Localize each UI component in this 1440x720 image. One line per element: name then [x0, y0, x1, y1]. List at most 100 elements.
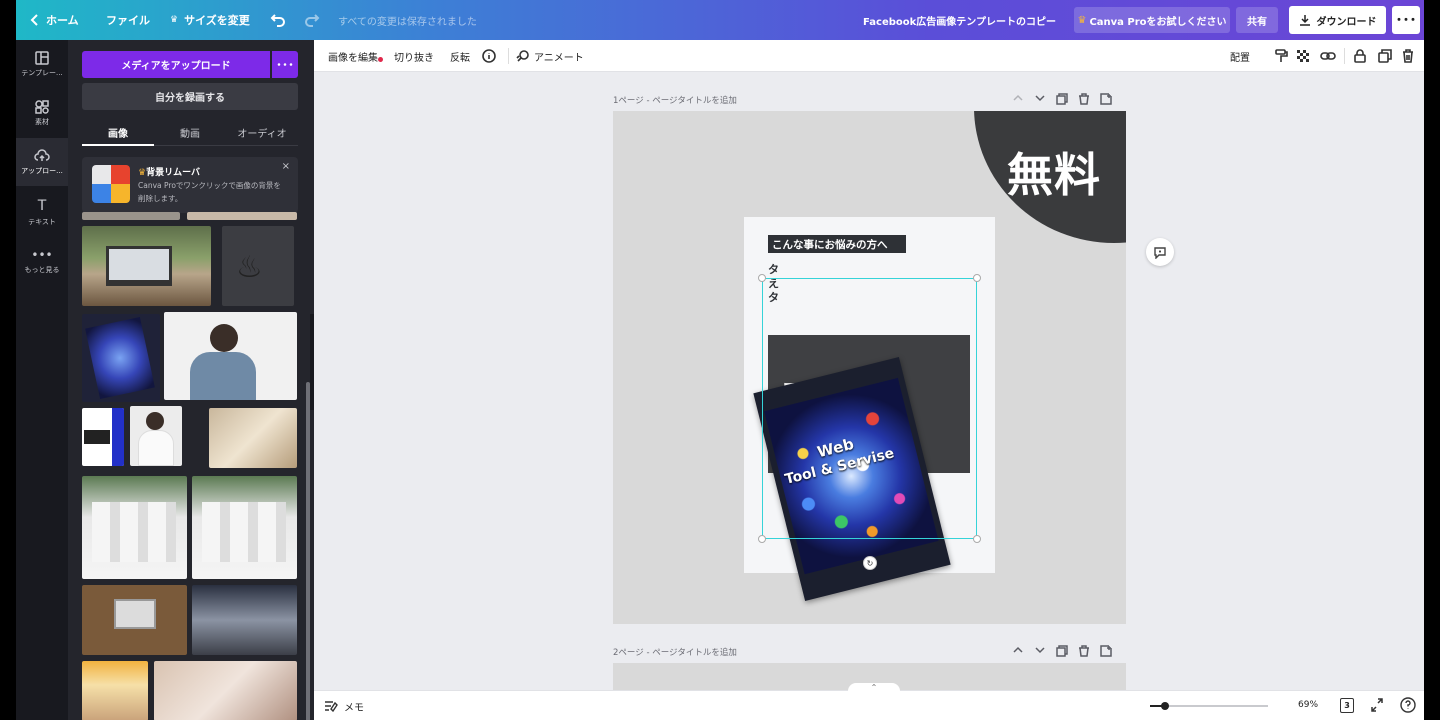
- zoom-level[interactable]: 69%: [1298, 700, 1318, 710]
- more-options-button[interactable]: ･･･: [1392, 6, 1420, 34]
- link-button[interactable]: [1320, 40, 1336, 72]
- image-thumbnail-laptop-outdoor[interactable]: [82, 226, 211, 306]
- free-badge-text[interactable]: 無料: [1007, 139, 1101, 205]
- card-headline[interactable]: こんな事にお悩みの方へ: [768, 235, 906, 253]
- image-thumbnail-flyer[interactable]: [82, 408, 124, 466]
- animate-icon: [516, 50, 529, 62]
- rail-label: アップロー...: [21, 166, 63, 175]
- copy-style-button[interactable]: [1274, 40, 1288, 72]
- tab-audio[interactable]: オーディオ: [226, 120, 298, 146]
- image-thumbnail-hands[interactable]: [154, 661, 297, 720]
- rail-item-text[interactable]: T テキスト: [16, 188, 68, 236]
- lock-button[interactable]: [1354, 40, 1366, 72]
- image-thumbnail-laptop-wood[interactable]: [82, 585, 187, 655]
- fullscreen-button[interactable]: [1370, 697, 1384, 716]
- try-pro-button[interactable]: ♛ Canva Proをお試しください: [1074, 7, 1230, 33]
- animate-button[interactable]: アニメート: [516, 40, 584, 72]
- bg-remover-promo[interactable]: ♛背景リムーバ Canva Proでワンクリックで画像の背景を削除します。 ×: [82, 157, 298, 213]
- chevron-down-icon[interactable]: [1034, 645, 1046, 655]
- rotate-icon[interactable]: ↻: [863, 556, 877, 570]
- download-icon: [1299, 15, 1310, 26]
- home-button[interactable]: ホーム: [30, 0, 79, 40]
- rail-item-elements[interactable]: 素材: [16, 89, 68, 137]
- image-thumbnail-team-1[interactable]: [82, 476, 187, 579]
- info-button[interactable]: [482, 40, 496, 72]
- zoom-slider-thumb[interactable]: [1161, 702, 1169, 710]
- resize-handle[interactable]: [758, 274, 766, 282]
- edit-image-label-wrap: 画像を編集: [328, 49, 383, 64]
- arrange-button[interactable]: 配置: [1230, 40, 1250, 72]
- image-thumbnail-web-tools[interactable]: [82, 314, 160, 402]
- image-thumbnail-sky[interactable]: [192, 585, 297, 655]
- download-label: ダウンロード: [1316, 16, 1377, 28]
- resize-label: サイズを変更: [184, 14, 250, 27]
- chevron-up-icon[interactable]: [1012, 645, 1024, 655]
- left-rail: テンプレー... 素材 アップロー... T テキスト ••• もっと見る: [16, 40, 68, 720]
- download-button[interactable]: ダウンロード: [1289, 6, 1386, 34]
- page-1-title[interactable]: 1ページ - ページタイトルを追加: [613, 94, 737, 106]
- home-label: ホーム: [46, 14, 79, 27]
- page-count-button[interactable]: 3: [1340, 698, 1354, 713]
- person-body-shape: [190, 352, 256, 400]
- resize-handle[interactable]: [973, 535, 981, 543]
- resize-handle[interactable]: [973, 274, 981, 282]
- image-thumbnail-orange[interactable]: [82, 661, 148, 720]
- duplicate-button[interactable]: [1378, 40, 1392, 72]
- rail-label: テンプレー...: [21, 68, 63, 77]
- page-2-title[interactable]: 2ページ - ページタイトルを追加: [613, 646, 737, 658]
- upload-more-button[interactable]: ･･･: [272, 51, 298, 78]
- image-thumbnail-man-laptop[interactable]: [164, 312, 297, 400]
- chevron-down-icon[interactable]: [1034, 93, 1046, 103]
- transparency-button[interactable]: [1296, 40, 1310, 72]
- undo-button[interactable]: [270, 0, 286, 40]
- crown-icon: ♛: [1077, 14, 1087, 26]
- selection-box[interactable]: [758, 274, 981, 543]
- document-title[interactable]: Facebook広告画像テンプレートのコピー: [863, 13, 1056, 28]
- add-comment-button[interactable]: [1146, 238, 1174, 266]
- rail-label: テキスト: [28, 217, 56, 226]
- templates-icon: [35, 50, 49, 65]
- redo-button[interactable]: [304, 0, 320, 40]
- duplicate-page-icon[interactable]: [1056, 93, 1068, 105]
- duplicate-page-icon[interactable]: [1056, 645, 1068, 657]
- bg-remover-icon: [92, 165, 130, 203]
- image-thumbnail-man-white[interactable]: [130, 406, 182, 466]
- page-1[interactable]: 無料 こんな事にお悩みの方へ タ え タ テ タ ※ここに会社ロゴを配置 Web…: [613, 111, 1126, 624]
- resize-handle[interactable]: [758, 535, 766, 543]
- file-menu[interactable]: ファイル: [106, 0, 150, 40]
- add-page-icon[interactable]: [1100, 645, 1112, 657]
- resize-button[interactable]: ♛ サイズを変更: [170, 0, 250, 40]
- canva-editor: ホーム ファイル ♛ サイズを変更 すべての変更は保存されました Faceboo…: [16, 0, 1424, 720]
- add-page-icon[interactable]: [1100, 93, 1112, 105]
- rail-item-uploads[interactable]: アップロー...: [16, 138, 68, 186]
- crop-button[interactable]: 切り抜き: [394, 40, 434, 72]
- image-thumbnail[interactable]: [187, 212, 297, 220]
- image-thumbnail-desk-topview[interactable]: [209, 408, 297, 468]
- help-button[interactable]: [1400, 697, 1416, 716]
- close-icon[interactable]: ×: [282, 161, 290, 172]
- rail-label: 素材: [35, 117, 49, 126]
- trash-icon[interactable]: [1078, 645, 1090, 657]
- trash-icon[interactable]: [1078, 93, 1090, 105]
- flip-button[interactable]: 反転: [450, 40, 470, 72]
- person-body-shape: [138, 430, 174, 466]
- delete-button[interactable]: [1402, 40, 1414, 72]
- notes-button[interactable]: メモ: [324, 691, 364, 720]
- image-thumbnail-team-2[interactable]: [192, 476, 297, 579]
- record-yourself-button[interactable]: 自分を録画する: [82, 83, 298, 110]
- panel-scrollbar[interactable]: [306, 382, 310, 720]
- edit-image-button[interactable]: 画像を編集: [328, 40, 383, 72]
- image-thumbnail[interactable]: [82, 212, 180, 220]
- undo-icon: [270, 14, 285, 27]
- chevron-up-icon[interactable]: [1012, 93, 1024, 103]
- rail-item-templates[interactable]: テンプレー...: [16, 40, 68, 88]
- tab-images[interactable]: 画像: [82, 120, 154, 146]
- expand-pages-button[interactable]: ⌃: [848, 683, 900, 693]
- share-button[interactable]: 共有: [1236, 7, 1278, 33]
- elements-icon: [35, 99, 49, 114]
- rail-item-more[interactable]: ••• もっと見る: [16, 237, 68, 285]
- bg-remover-title: ♛背景リムーバ: [138, 165, 200, 178]
- upload-media-button[interactable]: メディアをアップロード: [82, 51, 270, 78]
- tab-videos[interactable]: 動画: [154, 120, 226, 146]
- image-thumbnail-hotspring-icon[interactable]: ♨: [222, 226, 294, 306]
